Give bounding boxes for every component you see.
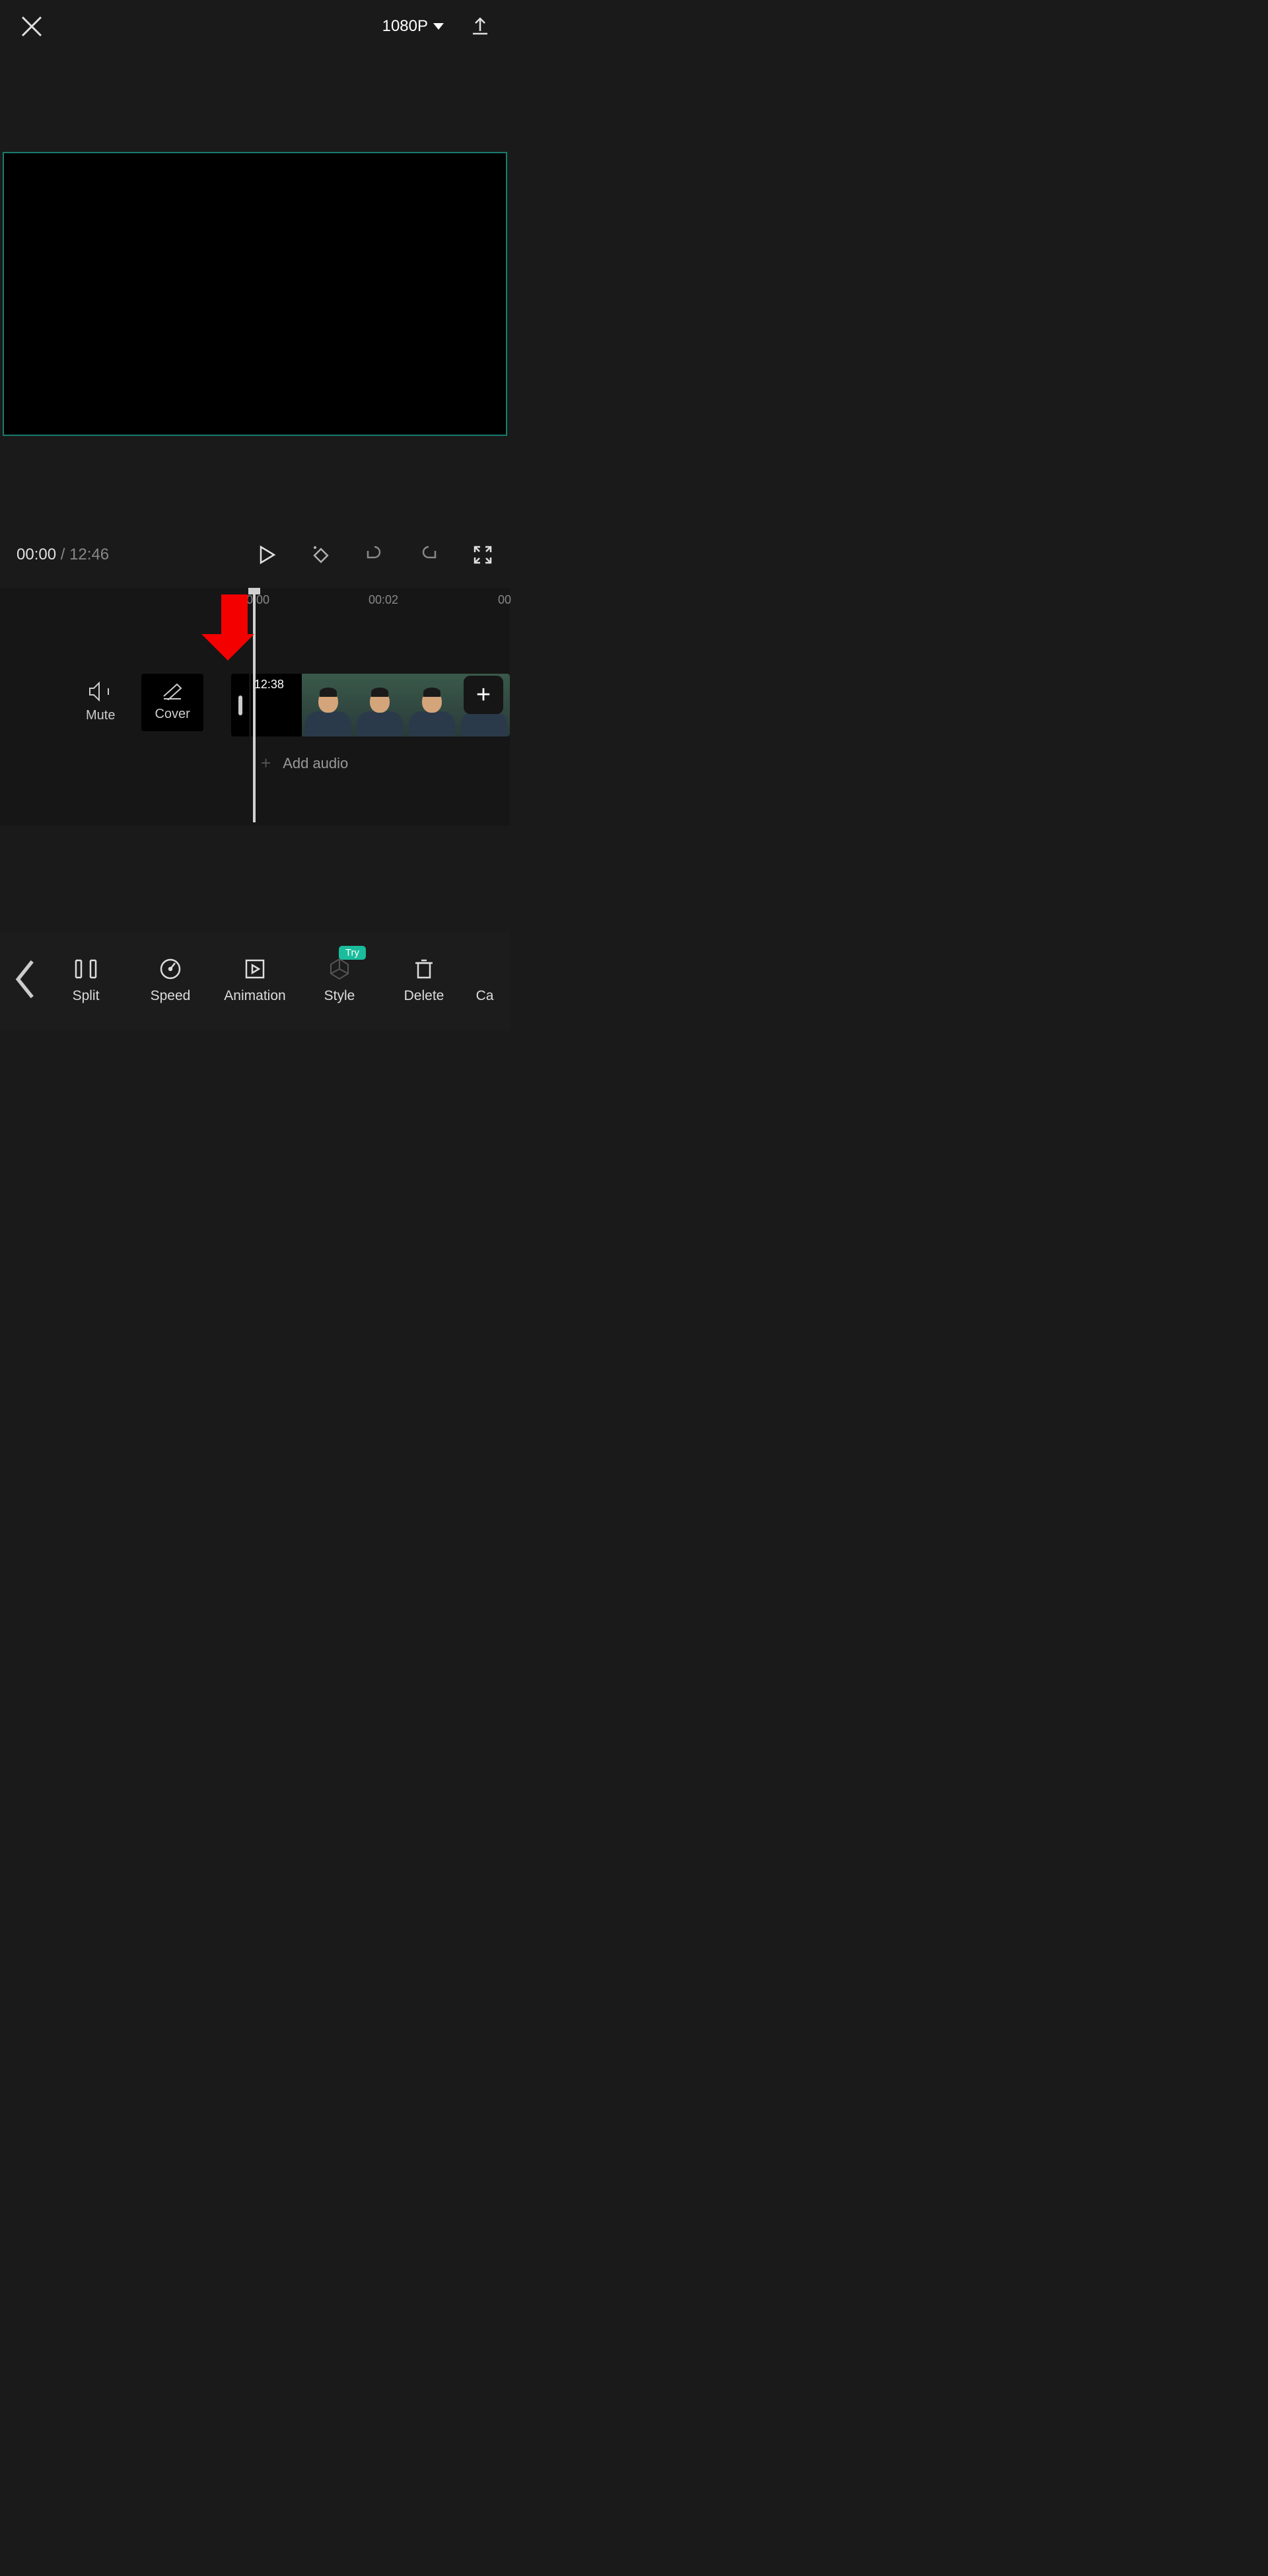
track-controls: Mute Cover [86, 674, 203, 731]
split-label: Split [73, 988, 100, 1004]
plus-icon: + [476, 682, 491, 707]
split-tool[interactable]: Split [50, 958, 122, 1004]
cover-button[interactable]: Cover [141, 674, 203, 731]
animation-label: Animation [224, 988, 285, 1004]
time-separator: / [56, 546, 69, 563]
header: 1080P [0, 0, 510, 53]
clip-frame [354, 674, 406, 736]
close-icon[interactable] [20, 15, 44, 38]
mute-button[interactable]: Mute [86, 682, 115, 723]
style-tool[interactable]: Try Style [304, 958, 375, 1004]
resolution-label: 1080P [382, 17, 428, 36]
style-label: Style [324, 988, 355, 1004]
delete-tool[interactable]: Delete [388, 958, 460, 1004]
clip-frame [406, 674, 458, 736]
header-right: 1080P [382, 17, 490, 36]
fullscreen-button[interactable] [472, 544, 493, 565]
play-button[interactable] [256, 544, 277, 565]
clip-frame [302, 674, 354, 736]
add-clip-button[interactable]: + [464, 676, 503, 714]
resolution-selector[interactable]: 1080P [382, 17, 444, 36]
clip-duration: 12:38 [254, 678, 284, 692]
bottom-toolbar: Split Speed Animation Try Style Delete C… [0, 931, 510, 1030]
ruler-mark: 00:02 [369, 593, 398, 607]
timeline[interactable]: 00:00 00:02 00 Mute Cover 12:38 + + Add … [0, 588, 510, 826]
animation-tool[interactable]: Animation [219, 958, 291, 1004]
chevron-down-icon [433, 23, 444, 30]
time-total: 12:46 [69, 546, 109, 563]
speed-label: Speed [151, 988, 191, 1004]
delete-label: Delete [404, 988, 444, 1004]
back-button[interactable] [13, 959, 37, 1003]
video-preview[interactable] [3, 152, 507, 436]
cover-label: Cover [155, 707, 190, 722]
undo-button[interactable] [364, 544, 385, 565]
camera-tool-partial[interactable]: Ca [473, 958, 497, 1004]
try-badge: Try [339, 946, 366, 960]
add-audio-button[interactable]: + Add audio [261, 753, 348, 773]
ruler-mark: 00 [498, 593, 511, 607]
tutorial-arrow-icon [215, 594, 254, 661]
export-icon[interactable] [470, 17, 490, 36]
time-current: 00:00 [17, 546, 56, 563]
add-audio-label: Add audio [283, 755, 348, 772]
mute-label: Mute [86, 708, 115, 723]
speed-tool[interactable]: Speed [135, 958, 206, 1004]
keyframe-button[interactable] [310, 544, 331, 565]
time-display: 00:00 / 12:46 [17, 546, 223, 564]
camera-label-partial: Ca [476, 988, 494, 1004]
playback-bar: 00:00 / 12:46 [0, 528, 510, 581]
redo-button[interactable] [418, 544, 439, 565]
clip-handle-left[interactable] [231, 674, 250, 736]
plus-icon: + [261, 753, 271, 773]
